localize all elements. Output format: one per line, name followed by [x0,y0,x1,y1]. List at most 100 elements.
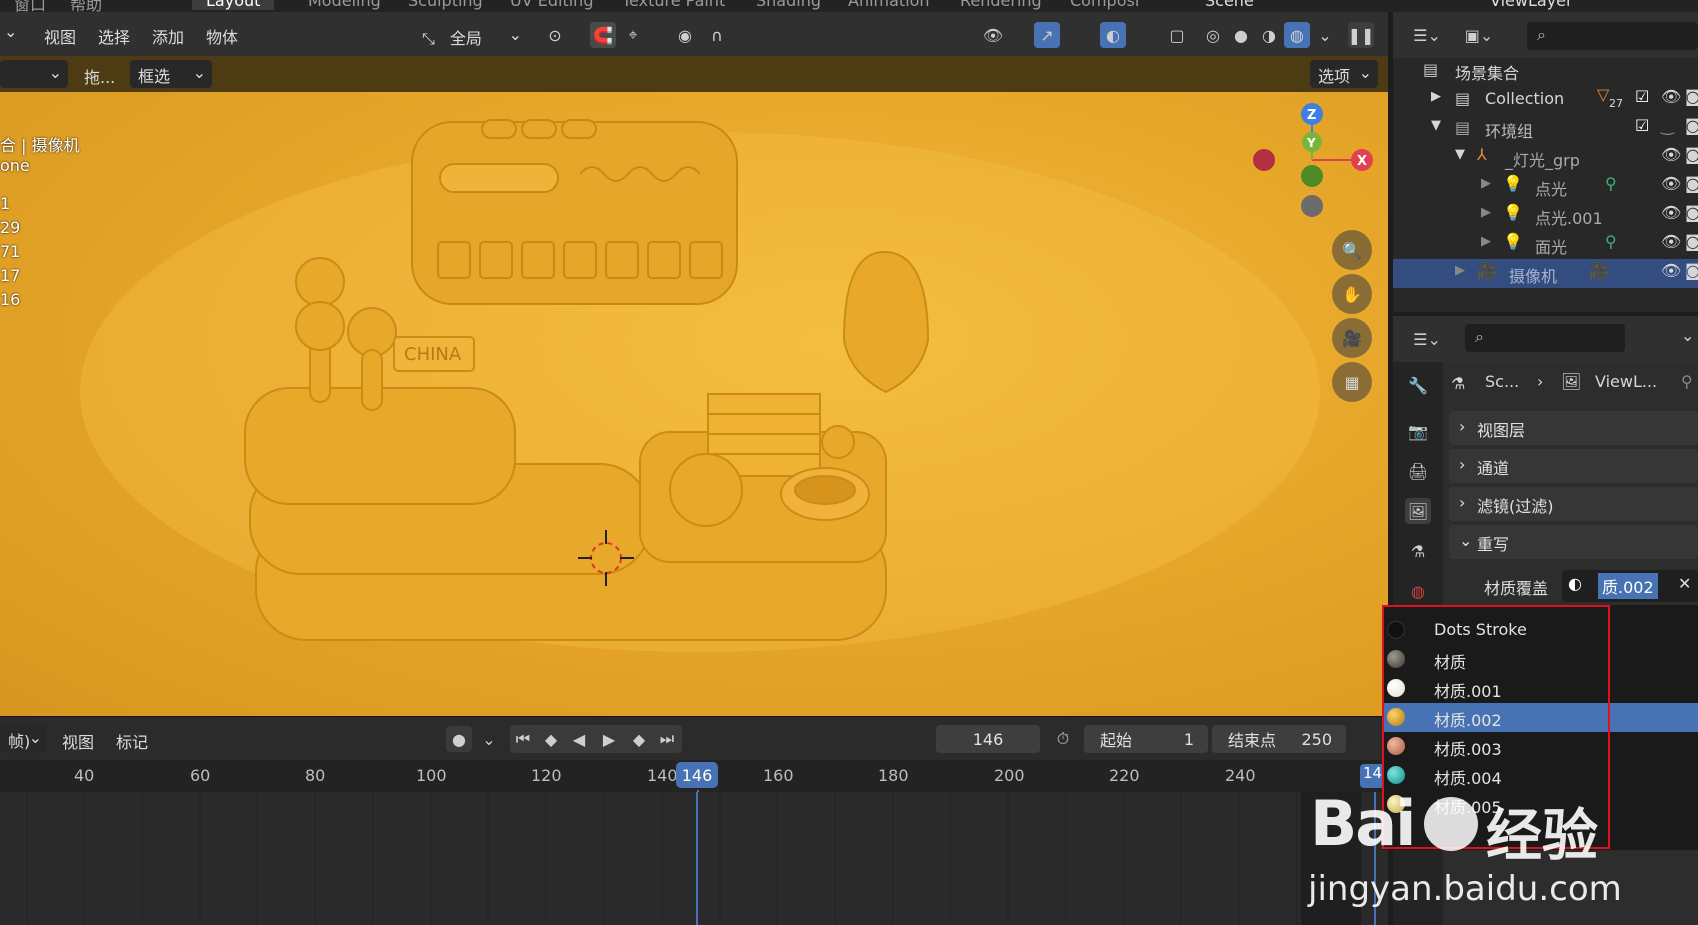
render-camera-icon[interactable]: ◙ [1685,116,1698,135]
jump-start-icon[interactable]: ⏮ [510,726,536,752]
timeline-area[interactable] [0,792,1388,925]
checkbox-icon[interactable]: ☑ [1635,116,1649,135]
view-layer-tab-icon[interactable]: 🖼 [1405,498,1431,524]
menu-select[interactable]: 选择 [98,24,130,48]
falloff-icon[interactable]: ∩ [704,22,730,48]
menu-add[interactable]: 添加 [152,24,184,48]
timeline-menu-marker[interactable]: 标记 [116,729,148,753]
eye-closed-icon[interactable]: ‿ [1661,116,1674,135]
material-shading-icon[interactable]: ◑ [1256,22,1282,48]
select-mode-dropdown[interactable]: 框选 ⌄ [130,60,212,88]
scene-selector[interactable]: Scene [1205,0,1254,10]
options-dropdown[interactable]: 选项 ⌄ [1310,60,1378,88]
mode-dropdown[interactable]: ⌄ [0,60,68,88]
eye-icon[interactable]: 👁 [1661,232,1681,251]
eye-icon[interactable]: 👁 [1661,203,1681,222]
menu-view[interactable]: 视图 [44,24,76,48]
outliner-row-collection[interactable]: ▶ ▤ Collection ▽ 27 ☑ 👁 ◙ [1393,85,1698,114]
outliner-row-point-light-001[interactable]: ▶ 💡 点光.001 👁 ◙ [1393,201,1698,230]
proportional-edit-icon[interactable]: ◉ [672,22,698,48]
close-icon[interactable]: ✕ [1678,574,1691,593]
timeline-menu-view[interactable]: 视图 [62,729,94,753]
tab-animation[interactable]: Animation [848,0,930,10]
wireframe-shading-icon[interactable]: ◎ [1200,22,1226,48]
render-camera-icon[interactable]: ◙ [1685,174,1698,193]
checkbox-icon[interactable]: ☑ [1635,87,1649,106]
eye-icon[interactable]: 👁 [1661,145,1681,164]
tab-compositing[interactable]: Composi [1070,0,1139,10]
prev-keyframe-icon[interactable]: ◆ [538,726,564,752]
pause-icon[interactable]: ❚❚ [1348,22,1374,48]
tab-layout[interactable]: Layout [192,0,275,10]
tab-sculpting[interactable]: Sculpting [408,0,483,10]
expand-arrow-icon[interactable]: ▶ [1455,263,1465,278]
render-camera-icon[interactable]: ◙ [1685,203,1698,222]
ortho-grid-icon[interactable]: ▦ [1332,362,1372,402]
stopwatch-icon[interactable]: ⏱ [1050,726,1076,752]
outliner-row-area-light[interactable]: ▶ 💡 面光 ⚲ 👁 ◙ [1393,230,1698,259]
panel-filter[interactable]: › 滤镜(过滤) [1449,487,1698,521]
outliner-row-scene-collection[interactable]: ▤ 场景集合 [1393,56,1698,85]
pan-hand-icon[interactable]: ✋ [1332,274,1372,314]
render-camera-icon[interactable]: ◙ [1685,261,1698,280]
render-tab-icon[interactable]: 📷 [1405,418,1431,444]
tab-modeling[interactable]: Modeling [308,0,381,10]
outliner-search-input[interactable]: ⌕ [1527,22,1698,50]
panel-override[interactable]: ⌄ 重写 [1449,525,1698,559]
menu-object[interactable]: 物体 [206,24,238,48]
render-camera-icon[interactable]: ◙ [1685,145,1698,164]
tab-texture-paint[interactable]: Texture Paint [622,0,725,10]
breadcrumb-view-layer[interactable]: ViewL... [1595,372,1657,391]
view-layer-selector[interactable]: ViewLayer [1490,0,1573,10]
expand-arrow-icon[interactable]: ▼ [1431,118,1441,133]
render-camera-icon[interactable]: ◙ [1685,87,1698,106]
xray-icon[interactable]: ▢ [1164,22,1190,48]
outliner-row-environment[interactable]: ▼ ▤ 环境组 ☑ ‿ ◙ [1393,114,1698,143]
timeline-ruler[interactable]: 40 60 80 100 120 140 160 180 200 220 240… [0,760,1388,792]
outliner-row-camera[interactable]: ▶ 🎥 摄像机 🎥 👁 ◙ [1393,259,1698,288]
drag-tool-label[interactable]: 拖... [84,64,115,88]
tab-uv-editing[interactable]: UV Editing [510,0,593,10]
panel-passes[interactable]: › 通道 [1449,449,1698,483]
expand-arrow-icon[interactable]: ▶ [1481,234,1491,249]
pin-icon[interactable]: ⚲ [1681,372,1693,391]
render-camera-icon[interactable]: ◙ [1685,232,1698,251]
transform-orientation-dropdown[interactable]: ⤡ 全局 ⌄ [414,22,528,50]
timeline-mode-dropdown[interactable]: 帧) ⌄ [0,725,46,753]
eye-icon[interactable]: 👁 [1661,87,1681,106]
snap-target-icon[interactable]: ⌖ [620,22,646,48]
material-override-field[interactable]: ◐ 质.002 ✕ [1562,570,1698,602]
expand-arrow-icon[interactable]: ▶ [1481,205,1491,220]
panel-view-layer[interactable]: › 视图层 [1449,411,1698,445]
display-mode-icon[interactable]: ☰⌄ [1407,22,1447,48]
jump-end-icon[interactable]: ⏭ [654,726,680,752]
chevron-down-icon[interactable]: ⌄ [1312,22,1338,48]
expand-arrow-icon[interactable]: ▶ [1481,176,1491,191]
zoom-icon[interactable]: 🔍 [1332,230,1372,270]
breadcrumb-scene[interactable]: Sc... [1485,372,1519,391]
record-icon[interactable]: ● [446,726,472,752]
tab-shading[interactable]: Shading [756,0,821,10]
tool-tab-icon[interactable]: 🔧 [1405,372,1431,398]
snap-icon[interactable]: 🧲 [590,22,616,48]
chevron-down-icon[interactable]: ⌄ [1681,326,1694,345]
playhead-frame-label[interactable]: 146 [676,762,718,788]
outliner-row-point-light[interactable]: ▶ 💡 点光 ⚲ 👁 ◙ [1393,172,1698,201]
3d-viewport[interactable]: CHINA 合 | 摄像机 one 1 29 71 17 16 Z Y X 🔍 … [0,92,1388,716]
gizmo-toggle-icon[interactable]: ↗ [1034,22,1060,48]
expand-arrow-icon[interactable]: ▼ [1455,147,1465,162]
eye-icon[interactable]: 👁 [1661,174,1681,193]
menu-help[interactable]: 帮助 [70,0,102,12]
current-frame-field[interactable]: 146 [936,725,1040,753]
scene-tab-icon[interactable]: ⚗ [1405,538,1431,564]
next-keyframe-icon[interactable]: ◆ [626,726,652,752]
world-tab-icon[interactable]: ◍ [1405,578,1431,604]
expand-arrow-icon[interactable]: ▶ [1431,89,1441,104]
pivot-icon[interactable]: ⊙ [542,22,568,48]
output-tab-icon[interactable]: 🖨 [1405,458,1431,484]
filter-mode-icon[interactable]: ▣⌄ [1459,22,1499,48]
chevron-down-icon[interactable]: ⌄ [4,22,17,41]
tab-rendering[interactable]: Rendering [960,0,1042,10]
play-reverse-icon[interactable]: ◀ [566,726,592,752]
solid-shading-icon[interactable]: ● [1228,22,1254,48]
